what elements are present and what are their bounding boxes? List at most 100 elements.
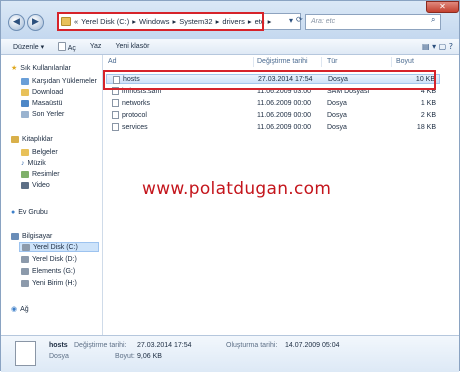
column-header-name[interactable]: Ad (108, 58, 117, 65)
sidebar-item-network[interactable]: ◉ Ağ (11, 304, 29, 314)
breadcrumb-item[interactable]: drivers (222, 17, 245, 26)
refresh-icon[interactable]: ⟳ (296, 15, 303, 24)
sidebar-item-label: Elements (G:) (32, 267, 76, 275)
sidebar-item-drive-h[interactable]: Yeni Birim (H:) (21, 278, 77, 288)
sidebar-item-documents[interactable]: Belgeler (21, 147, 58, 157)
open-button[interactable]: Aç (58, 41, 76, 52)
close-button[interactable]: ✕ (426, 1, 459, 13)
sidebar-item-music[interactable]: ♪ Müzik (21, 158, 46, 168)
network-icon: ◉ (11, 306, 18, 313)
navigation-pane: ★ Sık Kullanılanlar Karşıdan Yüklemeler D… (1, 55, 103, 335)
back-arrow-icon: ◀ (13, 17, 20, 27)
desktop-icon (21, 99, 29, 107)
sidebar-item-label: Karşıdan Yüklemeler (32, 77, 97, 85)
file-name: networks (122, 99, 151, 107)
file-type: Dosya (327, 123, 347, 131)
explorer-window: ✕ ◀ ▶ « Yerel Disk (C:) ▸ Windows ▸ System… (0, 0, 460, 372)
file-date: 11.06.2009 03:00 (257, 87, 311, 95)
view-options-icon[interactable]: ▤ ▾ ▢ ? (422, 42, 453, 51)
table-row[interactable]: hosts 27.03.2014 17:54 Dosya 10 KB (106, 74, 440, 84)
column-divider[interactable] (391, 57, 392, 67)
details-modified-value: 27.03.2014 17:54 (137, 342, 192, 349)
table-row[interactable]: protocol 11.06.2009 00:00 Dosya 2 KB (106, 110, 440, 120)
table-row[interactable]: services 11.06.2009 00:00 Dosya 18 KB (106, 122, 440, 132)
file-date: 27.03.2014 17:54 (258, 75, 313, 83)
video-icon (21, 181, 29, 189)
star-icon: ★ (11, 65, 18, 72)
table-row[interactable]: lmhosts.sam 11.06.2009 03:00 SAM Dosyası… (106, 86, 440, 96)
column-divider[interactable] (321, 57, 322, 67)
column-header-type[interactable]: Tür (327, 58, 338, 65)
file-size: 4 KB (420, 87, 436, 95)
sidebar-item-download[interactable]: Download (21, 87, 63, 97)
watermark-text: www.polatdugan.com (142, 179, 332, 199)
sidebar-item-label: Masaüstü (32, 99, 63, 107)
sidebar-item-homegroup[interactable]: ● Ev Grubu (11, 207, 48, 217)
sidebar-item-label: Yeni Birim (H:) (32, 279, 77, 287)
sidebar-item-video[interactable]: Video (21, 180, 50, 190)
sidebar-item-label: Yerel Disk (C:) (33, 243, 78, 251)
homegroup-icon: ● (11, 208, 16, 216)
print-button[interactable]: Yaz (90, 43, 102, 50)
favorites-header[interactable]: ★ Sık Kullanılanlar (11, 63, 71, 73)
file-type: Dosya (327, 99, 347, 107)
sidebar-item-downloads[interactable]: Karşıdan Yüklemeler (21, 76, 97, 86)
computer-icon (11, 232, 19, 240)
new-folder-button[interactable]: Yeni klasör (115, 43, 149, 50)
command-bar: Düzenle ▾ Aç Yaz Yeni klasör (1, 39, 459, 55)
sidebar-item-desktop[interactable]: Masaüstü (21, 98, 62, 108)
music-icon: ♪ (21, 159, 25, 167)
sidebar-item-label: Video (32, 181, 50, 189)
file-type: SAM Dosyası (327, 87, 370, 95)
organize-label: Düzenle (13, 43, 39, 51)
column-divider[interactable] (253, 57, 254, 67)
file-size: 1 KB (420, 99, 436, 107)
back-button[interactable]: ◀ (8, 14, 25, 31)
details-created-label: Oluşturma tarihi: (226, 342, 278, 349)
organize-button[interactable]: Düzenle ▾ (13, 43, 44, 51)
sidebar-item-drive-g[interactable]: Elements (G:) (21, 266, 75, 276)
chevron-down-icon[interactable]: ▾ (289, 16, 293, 25)
file-icon (113, 76, 120, 84)
drive-icon (21, 267, 29, 275)
forward-button[interactable]: ▶ (27, 14, 44, 31)
folder-icon (21, 88, 29, 96)
details-type: Dosya (49, 353, 69, 360)
column-header-size[interactable]: Boyut (396, 58, 414, 65)
breadcrumb-item[interactable]: Yerel Disk (C:) (81, 17, 129, 26)
drive-icon (21, 255, 29, 263)
large-file-icon (15, 341, 36, 366)
sidebar-item-pictures[interactable]: Resimler (21, 169, 60, 179)
file-name: services (122, 123, 148, 131)
pictures-icon (21, 170, 29, 178)
details-size-label: Boyut: (115, 353, 135, 360)
address-lead: « (74, 17, 79, 26)
file-icon (112, 111, 119, 119)
recent-places-icon (21, 110, 29, 118)
sidebar-item-label: Yerel Disk (D:) (32, 255, 77, 263)
table-row[interactable]: networks 11.06.2009 00:00 Dosya 1 KB (106, 98, 440, 108)
sidebar-item-drive-d[interactable]: Yerel Disk (D:) (21, 254, 77, 264)
breadcrumb-item[interactable]: etc (255, 17, 265, 26)
breadcrumb-item[interactable]: Windows (139, 17, 169, 26)
search-input[interactable]: Ara: etc (305, 14, 441, 30)
file-name: protocol (122, 111, 147, 119)
computer-header[interactable]: Bilgisayar (11, 231, 52, 241)
sidebar-item-label: Son Yerler (32, 110, 65, 118)
drive-icon (22, 243, 30, 251)
file-size: 18 KB (416, 123, 436, 131)
chevron-right-icon: ▸ (267, 17, 272, 26)
address-bar[interactable]: « Yerel Disk (C:) ▸ Windows ▸ System32 ▸ dr… (57, 13, 301, 30)
open-label: Aç (67, 44, 76, 52)
details-file-name: hosts (49, 342, 68, 349)
libraries-header[interactable]: Kitaplıklar (11, 134, 53, 144)
breadcrumb-item[interactable]: System32 (179, 17, 212, 26)
column-header-date[interactable]: Değiştirme tarihi (257, 58, 308, 65)
sidebar-item-label: Müzik (27, 159, 46, 167)
sidebar-item-drive-c[interactable]: Yerel Disk (C:) (19, 242, 99, 252)
sidebar-item-label: Ağ (20, 305, 29, 313)
search-icon[interactable]: ⌕ (431, 15, 435, 25)
documents-icon (21, 148, 29, 156)
sidebar-item-recent[interactable]: Son Yerler (21, 109, 64, 119)
file-name: lmhosts.sam (122, 87, 162, 95)
